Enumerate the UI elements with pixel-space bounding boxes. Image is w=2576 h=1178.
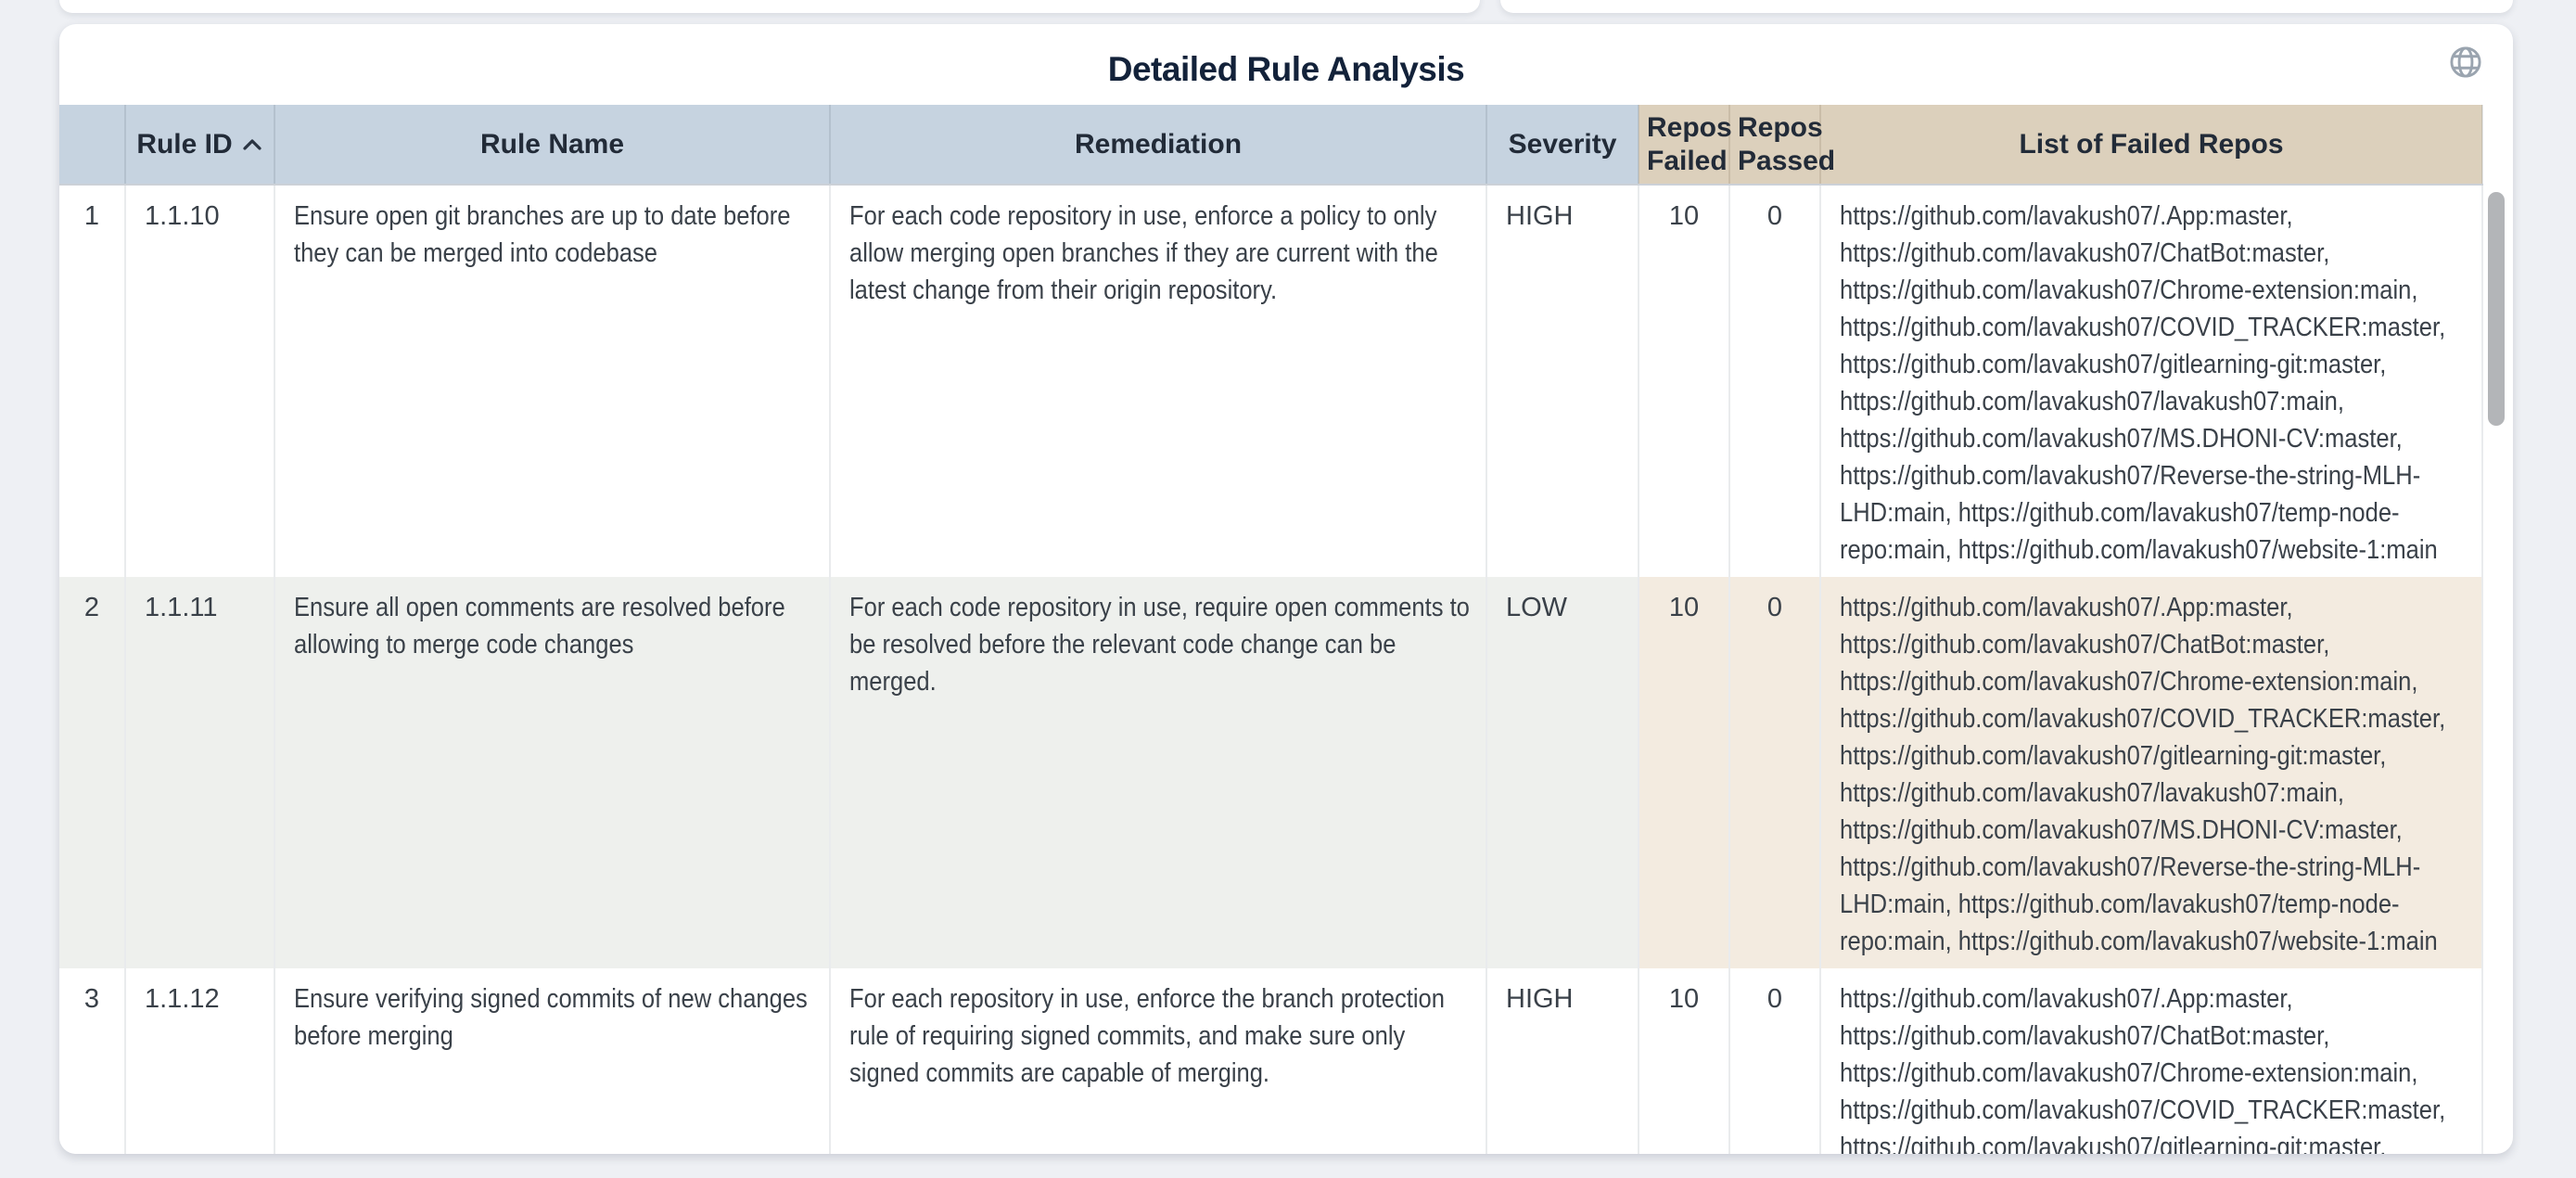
table-row: 2 1.1.11 Ensure all open comments are re…	[59, 577, 2482, 968]
repos-passed-cell: 0	[1729, 185, 1820, 577]
header-index	[59, 105, 125, 185]
remediation-cell: For each repository in use, enforce the …	[830, 968, 1486, 1154]
rule-name-cell: Ensure verifying signed commits of new c…	[274, 968, 830, 1154]
rule-id-cell: 1.1.11	[125, 577, 274, 968]
top-card-right	[1500, 0, 2513, 13]
header-repos-passed: Repos Passed	[1729, 105, 1820, 185]
repos-passed-cell: 0	[1729, 577, 1820, 968]
table-body: 1 1.1.10 Ensure open git branches are up…	[59, 185, 2482, 1154]
table-row: 1 1.1.10 Ensure open git branches are up…	[59, 185, 2482, 577]
rule-id-cell: 1.1.10	[125, 185, 274, 577]
remediation-cell: For each code repository in use, require…	[830, 577, 1486, 968]
failed-repos-cell: https://github.com/lavakush07/.App:maste…	[1820, 577, 2482, 968]
rule-name-cell: Ensure open git branches are up to date …	[274, 185, 830, 577]
header-rule-name: Rule Name	[274, 105, 830, 185]
header-rule-id[interactable]: Rule ID	[125, 105, 274, 185]
table-row: 3 1.1.12 Ensure verifying signed commits…	[59, 968, 2482, 1154]
severity-cell: HIGH	[1486, 185, 1639, 577]
rule-analysis-table: Rule ID Rule Name Remediation Severity R…	[59, 105, 2483, 1154]
remediation-cell: For each code repository in use, enforce…	[830, 185, 1486, 577]
vertical-scrollbar-thumb[interactable]	[2488, 192, 2505, 426]
detailed-rule-analysis-card: Detailed Rule Analysis Rule ID	[59, 24, 2513, 1154]
repos-passed-cell: 0	[1729, 968, 1820, 1154]
row-index-cell: 1	[59, 185, 125, 577]
page-title: Detailed Rule Analysis	[59, 50, 2513, 89]
failed-repos-cell: https://github.com/lavakush07/.App:maste…	[1820, 185, 2482, 577]
rule-id-cell: 1.1.12	[125, 968, 274, 1154]
row-index-cell: 2	[59, 577, 125, 968]
failed-repos-cell: https://github.com/lavakush07/.App:maste…	[1820, 968, 2482, 1154]
table-header-row: Rule ID Rule Name Remediation Severity R…	[59, 105, 2482, 185]
severity-cell: LOW	[1486, 577, 1639, 968]
rule-name-cell: Ensure all open comments are resolved be…	[274, 577, 830, 968]
repos-failed-cell: 10	[1639, 968, 1729, 1154]
header-remediation: Remediation	[830, 105, 1486, 185]
header-repos-failed: Repos Failed	[1639, 105, 1729, 185]
globe-icon[interactable]	[2448, 45, 2483, 80]
repos-failed-cell: 10	[1639, 577, 1729, 968]
severity-cell: HIGH	[1486, 968, 1639, 1154]
row-index-cell: 3	[59, 968, 125, 1154]
header-rule-id-label: Rule ID	[136, 128, 232, 161]
repos-failed-cell: 10	[1639, 185, 1729, 577]
header-failed-repos-list: List of Failed Repos	[1820, 105, 2482, 185]
header-severity: Severity	[1486, 105, 1639, 185]
chevron-up-icon	[241, 137, 263, 152]
top-card-left	[59, 0, 1480, 13]
